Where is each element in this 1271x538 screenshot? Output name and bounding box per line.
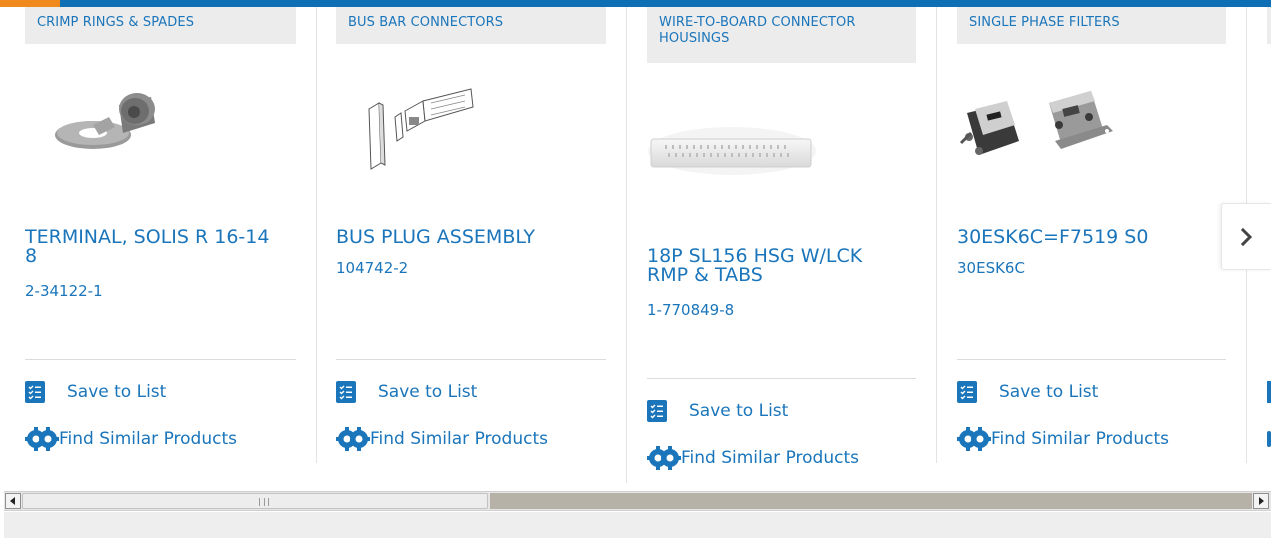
card-separator bbox=[316, 7, 317, 463]
product-image[interactable] bbox=[361, 87, 481, 177]
product-carousel: CRIMP RINGS & SPADES TERMINAL, SOLIS R 1… bbox=[0, 7, 1271, 487]
product-title[interactable]: TERMINAL, SOLIS R 16-14 8 bbox=[25, 228, 285, 266]
category-label[interactable]: WIRE-TO-BOARD CONNECTOR HOUSINGS bbox=[647, 7, 916, 63]
category-label[interactable]: BUS BAR CONNECTORS bbox=[336, 7, 606, 44]
scroll-left-button[interactable] bbox=[5, 493, 21, 509]
checklist-icon bbox=[647, 400, 667, 422]
category-label-peek bbox=[1267, 7, 1271, 44]
card-divider bbox=[336, 359, 606, 360]
product-title[interactable]: 30ESK6C=F7519 S0 bbox=[957, 228, 1217, 247]
part-number[interactable]: 1-770849-8 bbox=[647, 301, 734, 319]
page: CRIMP RINGS & SPADES TERMINAL, SOLIS R 1… bbox=[0, 0, 1271, 538]
carousel-next-button[interactable] bbox=[1221, 203, 1271, 270]
checklist-icon bbox=[957, 381, 977, 403]
arrow-right-icon bbox=[1259, 497, 1264, 505]
gears-icon bbox=[647, 446, 681, 470]
scroll-right-button[interactable] bbox=[1253, 493, 1269, 509]
scrollbar-track[interactable] bbox=[490, 493, 1252, 509]
save-icon-peek bbox=[1267, 381, 1271, 403]
product-title[interactable]: 18P SL156 HSG W/LCK RMP & TABS bbox=[647, 247, 897, 285]
find-similar-label: Find Similar Products bbox=[370, 429, 548, 449]
product-card: CRIMP RINGS & SPADES TERMINAL, SOLIS R 1… bbox=[25, 7, 296, 467]
find-similar-button[interactable]: Find Similar Products bbox=[336, 427, 548, 451]
category-label[interactable]: SINGLE PHASE FILTERS bbox=[957, 7, 1226, 44]
find-similar-button[interactable]: Find Similar Products bbox=[647, 446, 859, 470]
product-card: WIRE-TO-BOARD CONNECTOR HOUSINGS 18P SL1… bbox=[647, 7, 916, 487]
chevron-right-icon bbox=[1240, 227, 1252, 246]
top-accent bbox=[0, 0, 60, 7]
product-image[interactable] bbox=[957, 85, 1127, 171]
part-number[interactable]: 104742-2 bbox=[336, 259, 408, 277]
card-divider bbox=[957, 359, 1226, 360]
checklist-icon bbox=[336, 381, 356, 403]
checklist-icon bbox=[25, 381, 45, 403]
card-divider bbox=[647, 378, 916, 379]
save-to-list-label: Save to List bbox=[999, 382, 1099, 402]
save-to-list-button[interactable]: Save to List bbox=[647, 400, 788, 422]
gears-icon bbox=[957, 427, 991, 451]
part-number[interactable]: 30ESK6C bbox=[957, 259, 1025, 277]
product-image[interactable] bbox=[51, 85, 161, 167]
save-to-list-button[interactable]: Save to List bbox=[336, 381, 477, 403]
gears-icon bbox=[25, 427, 59, 451]
card-separator bbox=[936, 7, 937, 463]
horizontal-scrollbar[interactable] bbox=[4, 491, 1271, 511]
scrollbar-thumb[interactable] bbox=[22, 493, 488, 509]
save-to-list-button[interactable]: Save to List bbox=[957, 381, 1098, 403]
product-card: SINGLE PHASE FILTERS 30ESK6C=F7519 S0 30… bbox=[957, 7, 1226, 467]
find-similar-button[interactable]: Find Similar Products bbox=[957, 427, 1169, 451]
find-similar-label: Find Similar Products bbox=[991, 429, 1169, 449]
product-image[interactable] bbox=[647, 125, 817, 177]
find-similar-label: Find Similar Products bbox=[59, 429, 237, 449]
bottom-panel bbox=[4, 512, 1271, 538]
gears-icon bbox=[336, 427, 370, 451]
save-to-list-label: Save to List bbox=[67, 382, 167, 402]
save-to-list-label: Save to List bbox=[378, 382, 478, 402]
find-similar-label: Find Similar Products bbox=[681, 448, 859, 468]
save-to-list-label: Save to List bbox=[689, 401, 789, 421]
scrollbar-grip bbox=[259, 498, 269, 506]
part-number[interactable]: 2-34122-1 bbox=[25, 282, 103, 300]
top-brand-bar bbox=[0, 0, 1271, 7]
gear-icon-peek bbox=[1267, 431, 1271, 447]
card-separator bbox=[626, 7, 627, 483]
product-title[interactable]: BUS PLUG ASSEMBLY bbox=[336, 228, 596, 247]
arrow-left-icon bbox=[10, 497, 15, 505]
card-divider bbox=[25, 359, 296, 360]
category-label[interactable]: CRIMP RINGS & SPADES bbox=[25, 7, 296, 44]
save-to-list-button[interactable]: Save to List bbox=[25, 381, 166, 403]
product-card: BUS BAR CONNECTORS BUS PLUG ASSEMBLY 104… bbox=[336, 7, 606, 467]
find-similar-button[interactable]: Find Similar Products bbox=[25, 427, 237, 451]
